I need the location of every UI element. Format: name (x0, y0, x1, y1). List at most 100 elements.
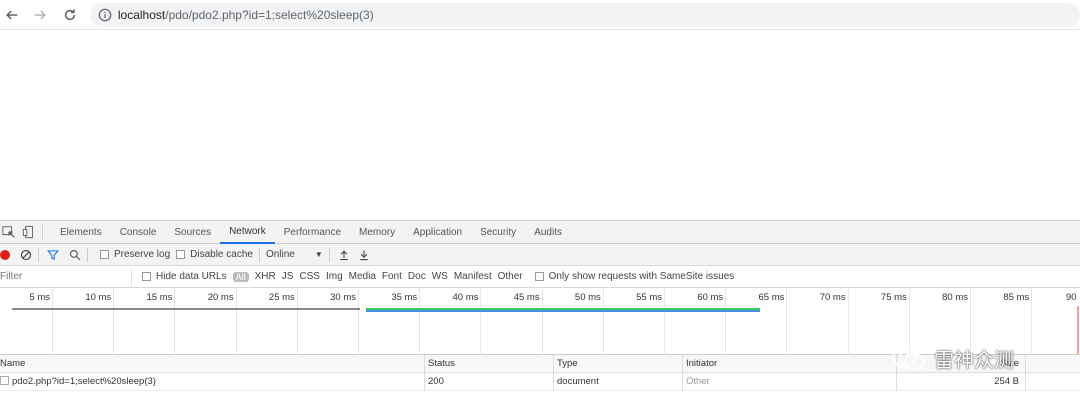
url-path: /pdo/pdo2.php?id=1;select%20sleep(3) (165, 7, 374, 22)
timeline-tick-label: 35 ms (391, 292, 418, 303)
tab-memory[interactable]: Memory (350, 221, 404, 244)
disable-cache-label: Disable cache (190, 249, 253, 260)
filter-type-manifest[interactable]: Manifest (454, 271, 492, 282)
waterfall-bar-blue (366, 310, 760, 312)
request-type: document (554, 373, 683, 391)
timeline-tick-label: 30 ms (330, 292, 356, 303)
timeline-tick-label: 55 ms (636, 292, 662, 303)
filter-input[interactable] (0, 268, 132, 285)
export-har-icon[interactable] (358, 249, 370, 261)
filter-type-xhr[interactable]: XHR (255, 271, 276, 282)
watermark-text: 雷神众测 (934, 350, 1014, 372)
import-har-icon[interactable] (338, 249, 350, 261)
filter-type-other[interactable]: Other (498, 271, 523, 282)
tab-console[interactable]: Console (111, 221, 166, 244)
timeline-gridline (174, 288, 176, 355)
arrow-right-icon (34, 10, 46, 19)
request-status: 200 (425, 373, 554, 391)
timeline-tick-label: 75 ms (880, 292, 907, 303)
throttling-select[interactable]: Online (266, 249, 295, 260)
filter-type-js[interactable]: JS (282, 271, 294, 282)
timeline-tick-label: 25 ms (268, 292, 295, 303)
filter-type-doc[interactable]: Doc (408, 271, 426, 282)
record-button[interactable] (0, 249, 10, 260)
tab-elements[interactable]: Elements (51, 221, 111, 244)
inspect-element-icon[interactable] (2, 225, 16, 239)
column-type[interactable]: Type (554, 355, 683, 373)
arrow-left-icon (6, 10, 18, 19)
filter-type-all[interactable]: All (232, 271, 249, 282)
request-initiator: Other (683, 373, 897, 391)
timeline-gridline (1031, 288, 1033, 355)
search-icon[interactable] (69, 249, 81, 261)
devtools-panel: Elements Console Sources Network Performance… (0, 220, 1080, 412)
timeline-tick-label: 50 ms (574, 292, 601, 303)
page-viewport (0, 31, 1080, 220)
filter-type-font[interactable]: Font (382, 271, 402, 282)
tab-application[interactable]: Application (404, 221, 471, 244)
timeline-gridline (602, 288, 604, 355)
timeline-gridline (725, 288, 727, 355)
divider (42, 225, 43, 239)
browser-toolbar: localhost/pdo/pdo2.php?id=1;select%20sle… (0, 0, 1080, 30)
filter-type-img[interactable]: Img (326, 271, 343, 282)
tab-performance[interactable]: Performance (275, 221, 350, 244)
reload-icon (64, 8, 76, 20)
tab-audits[interactable]: Audits (525, 221, 571, 244)
request-waterfall (1026, 373, 1080, 391)
disable-cache-checkbox[interactable] (176, 250, 186, 259)
tab-sources[interactable]: Sources (165, 221, 220, 244)
devtools-tabbar: Elements Console Sources Network Performance… (0, 221, 1080, 244)
timeline-gridline (52, 288, 53, 355)
column-waterfall[interactable] (1026, 355, 1080, 373)
samesite-checkbox[interactable] (534, 272, 544, 281)
tab-network[interactable]: Network (220, 221, 275, 244)
document-icon (0, 376, 9, 385)
tab-security[interactable]: Security (471, 221, 525, 244)
timeline-gridline (235, 288, 237, 355)
column-name[interactable]: Name (0, 355, 425, 373)
hide-data-urls-checkbox[interactable] (142, 272, 151, 281)
waterfall-bar-gray (12, 308, 360, 310)
dropdown-arrow-icon[interactable]: ▼ (315, 250, 323, 259)
samesite-label: Only show requests with SameSite issues (548, 271, 735, 282)
timeline-tick-label: 10 ms (85, 292, 112, 303)
request-name[interactable]: pdo2.php?id=1;select%20sleep(3) (12, 376, 156, 387)
info-icon (98, 8, 112, 21)
forward-button[interactable] (28, 3, 52, 27)
table-row[interactable]: pdo2.php?id=1;select%20sleep(3) 200 docu… (0, 373, 1080, 391)
timeline-gridline (113, 288, 115, 355)
filter-type-css[interactable]: CSS (299, 271, 320, 282)
preserve-log-checkbox[interactable] (100, 250, 109, 259)
divider (328, 247, 330, 262)
filter-icon[interactable] (47, 249, 59, 261)
divider (258, 247, 260, 262)
filter-type-ws[interactable]: WS (432, 271, 448, 282)
back-button[interactable] (0, 3, 24, 27)
request-size: 254 B (897, 373, 1026, 391)
clear-icon[interactable] (20, 249, 32, 261)
filter-type-media[interactable]: Media (349, 271, 376, 282)
timeline-tick-label: 85 ms (1003, 292, 1030, 303)
filter-bar: Hide data URLs All XHR JS CSS Img Media Font D… (0, 266, 1080, 288)
timeline-gridline (664, 288, 665, 355)
column-status[interactable]: Status (425, 355, 554, 373)
timeline-tick-label: 40 ms (452, 292, 479, 303)
column-initiator[interactable]: Initiator (683, 355, 897, 373)
timeline-gridline (847, 288, 849, 355)
timeline-tick-label: 80 ms (942, 292, 968, 303)
timeline-tick-label: 20 ms (207, 292, 234, 303)
timeline-tick-label: 60 ms (697, 292, 724, 303)
reload-button[interactable] (58, 3, 82, 27)
timeline-tick-label: 15 ms (146, 292, 173, 303)
preserve-log-label: Preserve log (114, 249, 171, 260)
timeline-gridline (786, 288, 788, 355)
timeline-marker (1077, 306, 1079, 354)
timeline-gridline (358, 288, 359, 355)
timeline-tick-label: 5 ms (29, 292, 50, 303)
watermark-logo: 雷神众测 (890, 344, 1014, 373)
device-toolbar-icon[interactable] (22, 225, 36, 239)
timeline-tick-label: 45 ms (513, 292, 540, 303)
address-bar[interactable]: localhost/pdo/pdo2.php?id=1;select%20sle… (89, 2, 1080, 27)
url-host: localhost (117, 7, 166, 22)
